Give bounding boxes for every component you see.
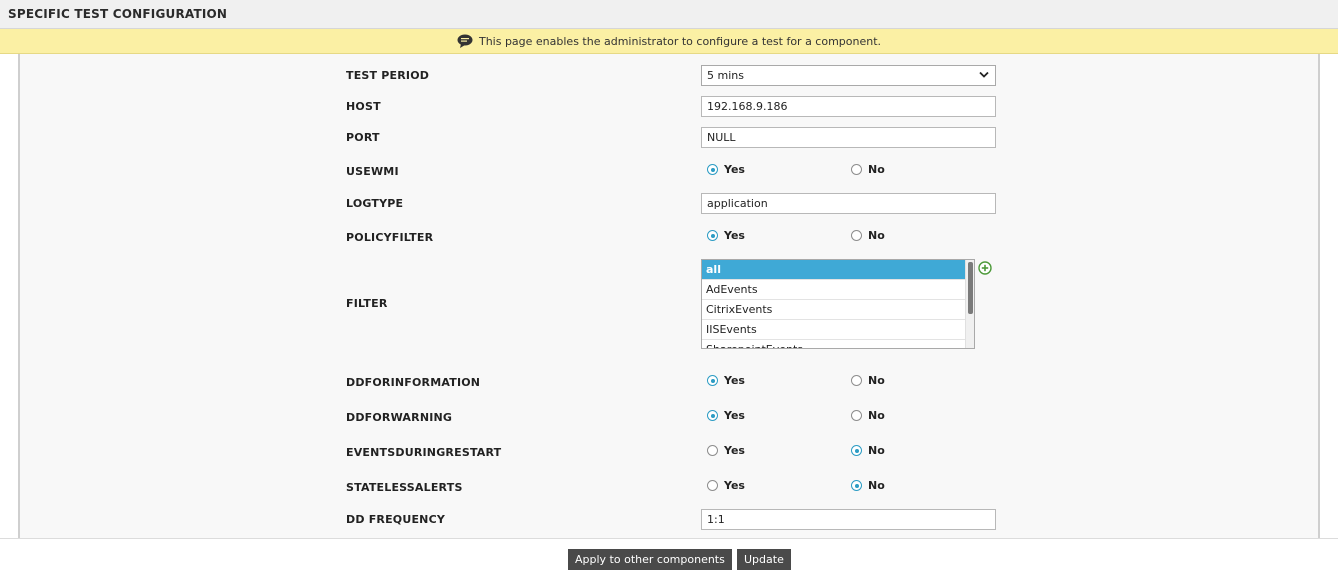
host-label: HOST [346,100,381,113]
filter-label: FILTER [346,297,388,310]
usewmi-no-option[interactable]: No [851,163,885,176]
port-label: PORT [346,131,380,144]
statelessalerts-yes-radio[interactable] [707,480,718,491]
logtype-label: LOGTYPE [346,197,404,210]
eventsduringrestart-label: EVENTSDURINGRESTART [346,446,502,459]
speech-bubble-icon [457,34,473,48]
statelessalerts-radio-group: Yes No [707,479,885,492]
eventsduringrestart-radio-group: Yes No [707,444,885,457]
ddforwarning-yes-option[interactable]: Yes [707,409,851,422]
ddforwarning-yes-radio[interactable] [707,410,718,421]
policyfilter-label: POLICYFILTER [346,231,434,244]
eventsduringrestart-no-label: No [868,444,885,457]
page-title: SPECIFIC TEST CONFIGURATION [0,0,1338,29]
usewmi-no-label: No [868,163,885,176]
statelessalerts-yes-label: Yes [724,479,745,492]
logtype-input[interactable]: application [701,193,996,214]
dd-frequency-input[interactable]: 1:1 [701,509,996,530]
filter-listbox[interactable]: all AdEvents CitrixEvents IISEvents Shar… [701,259,975,349]
ddforwarning-radio-group: Yes No [707,409,885,422]
usewmi-no-radio[interactable] [851,164,862,175]
test-period-select[interactable]: 5 mins [701,65,996,86]
ddforwarning-no-option[interactable]: No [851,409,885,422]
chevron-down-icon [979,71,989,78]
ddforinformation-yes-radio[interactable] [707,375,718,386]
ddforinformation-no-radio[interactable] [851,375,862,386]
banner-text: This page enables the administrator to c… [478,34,882,48]
policyfilter-yes-option[interactable]: Yes [707,229,851,242]
usewmi-radio-group: Yes No [707,163,885,176]
usewmi-yes-label: Yes [724,163,745,176]
scrollbar-thumb[interactable] [968,262,973,314]
eventsduringrestart-no-option[interactable]: No [851,444,885,457]
ddforinformation-no-option[interactable]: No [851,374,885,387]
list-item[interactable]: AdEvents [702,280,966,300]
info-banner: This page enables the administrator to c… [0,29,1338,54]
ddforinformation-yes-option[interactable]: Yes [707,374,851,387]
usewmi-yes-radio[interactable] [707,164,718,175]
test-period-value: 5 mins [707,69,744,82]
test-period-label: TEST PERIOD [346,69,430,82]
ddforwarning-yes-label: Yes [724,409,745,422]
dd-frequency-label: DD FREQUENCY [346,513,446,526]
update-button[interactable]: Update [737,549,791,570]
eventsduringrestart-yes-radio[interactable] [707,445,718,456]
policyfilter-yes-radio[interactable] [707,230,718,241]
usewmi-yes-option[interactable]: Yes [707,163,851,176]
host-input[interactable]: 192.168.9.186 [701,96,996,117]
port-input[interactable]: NULL [701,127,996,148]
statelessalerts-label: STATELESSALERTS [346,481,463,494]
ddforinformation-label: DDFORINFORMATION [346,376,481,389]
policyfilter-radio-group: Yes No [707,229,885,242]
filter-scrollbar[interactable] [965,260,974,348]
ddforinformation-no-label: No [868,374,885,387]
ddforwarning-no-radio[interactable] [851,410,862,421]
ddforwarning-label: DDFORWARNING [346,411,453,424]
apply-to-other-components-button[interactable]: Apply to other components [568,549,732,570]
add-circle-icon[interactable] [978,261,992,275]
list-item[interactable]: IISEvents [702,320,966,340]
statelessalerts-no-option[interactable]: No [851,479,885,492]
usewmi-label: USEWMI [346,165,399,178]
list-item[interactable]: SharepointEvents [702,340,966,348]
policyfilter-no-radio[interactable] [851,230,862,241]
eventsduringrestart-yes-label: Yes [724,444,745,457]
ddforinformation-yes-label: Yes [724,374,745,387]
config-form: TEST PERIOD 5 mins HOST 192.168.9.186 PO… [18,54,1320,538]
eventsduringrestart-no-radio[interactable] [851,445,862,456]
ddforwarning-no-label: No [868,409,885,422]
footer-bar: Apply to other components Update [0,538,1338,576]
statelessalerts-no-radio[interactable] [851,480,862,491]
ddforinformation-radio-group: Yes No [707,374,885,387]
policyfilter-no-option[interactable]: No [851,229,885,242]
list-item[interactable]: all [702,260,966,280]
statelessalerts-yes-option[interactable]: Yes [707,479,851,492]
statelessalerts-no-label: No [868,479,885,492]
eventsduringrestart-yes-option[interactable]: Yes [707,444,851,457]
policyfilter-yes-label: Yes [724,229,745,242]
policyfilter-no-label: No [868,229,885,242]
list-item[interactable]: CitrixEvents [702,300,966,320]
